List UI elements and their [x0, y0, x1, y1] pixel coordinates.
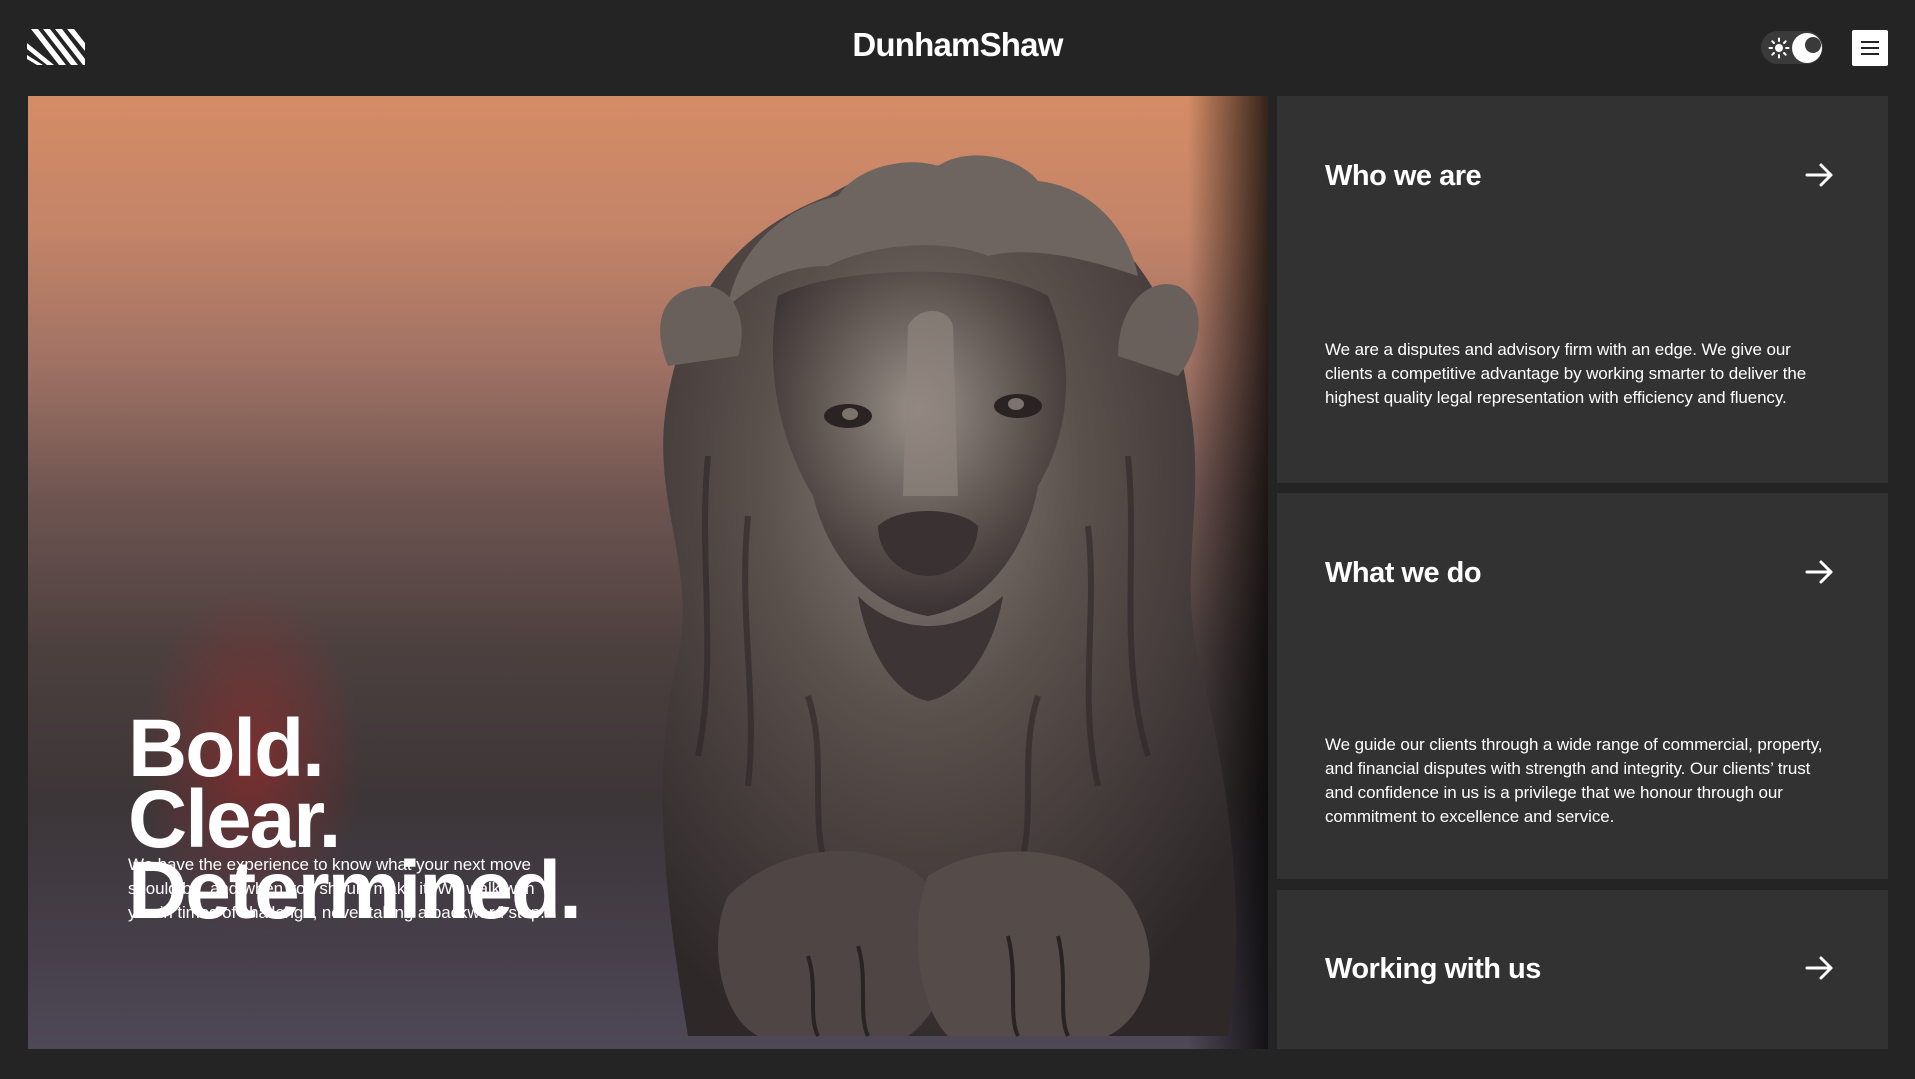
hamburger-menu-button[interactable] — [1852, 30, 1888, 66]
card-description: We are a disputes and advisory firm with… — [1325, 340, 1807, 407]
lion-sculpture-image — [660, 155, 1237, 1037]
card-who-we-are[interactable]: Who we are We are a disputes and advisor… — [1277, 96, 1888, 483]
arrow-right-icon[interactable] — [1805, 955, 1835, 981]
site-header: DunhamShaw — [0, 0, 1915, 96]
sun-icon — [1768, 37, 1790, 59]
menu-line — [1861, 53, 1879, 55]
hero-description: We have the experience to know what your… — [128, 855, 545, 922]
card-working-with-us[interactable]: Working with us — [1277, 890, 1888, 1049]
hero-section: Bold. Clear. Determined. We have the exp… — [28, 96, 1268, 1049]
moon-icon — [1792, 33, 1822, 63]
arrow-right-icon[interactable] — [1805, 559, 1835, 585]
menu-line — [1861, 47, 1879, 49]
card-what-we-do[interactable]: What we do We guide our clients through … — [1277, 493, 1888, 879]
arrow-right-icon[interactable] — [1805, 162, 1835, 188]
menu-line — [1861, 41, 1879, 43]
card-title: Who we are — [1325, 160, 1482, 192]
theme-toggle[interactable] — [1761, 31, 1823, 64]
card-title: What we do — [1325, 557, 1482, 589]
brand-wordmark[interactable]: DunhamShaw — [0, 26, 1915, 64]
card-title: Working with us — [1325, 953, 1541, 985]
card-description: We guide our clients through a wide rang… — [1325, 735, 1823, 826]
